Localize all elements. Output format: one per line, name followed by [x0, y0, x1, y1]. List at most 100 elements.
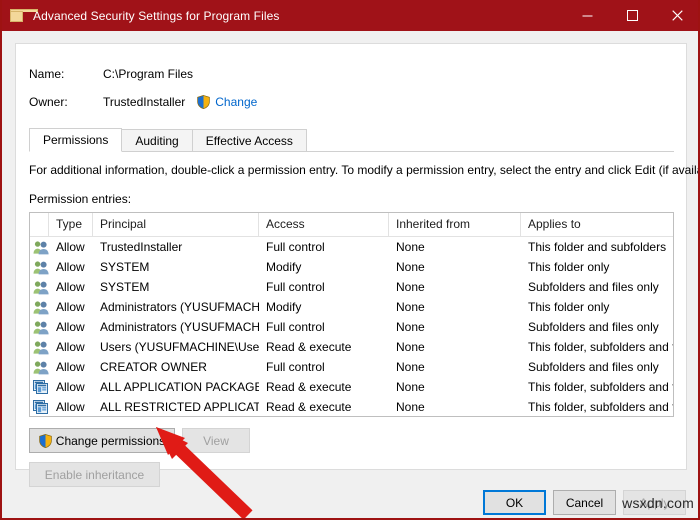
users-group-icon: [30, 360, 49, 375]
cell-applies-to: This folder only: [528, 260, 610, 274]
close-icon[interactable]: [655, 0, 698, 31]
tab-permissions[interactable]: Permissions: [29, 128, 123, 152]
cancel-button[interactable]: Cancel: [553, 490, 616, 515]
enable-inheritance-label: Enable inheritance: [44, 467, 145, 482]
cell-principal: SYSTEM: [100, 280, 150, 294]
cell-inherited-from: None: [396, 400, 425, 414]
app-package-icon: [30, 400, 49, 414]
permission-entries-list[interactable]: Type Principal Access Inherited from App…: [29, 212, 674, 417]
cell-access: Full control: [266, 360, 325, 374]
column-header-principal[interactable]: Principal: [93, 213, 259, 236]
cell-principal: Users (YUSUFMACHINE\Users): [100, 340, 259, 354]
window-controls: [565, 0, 698, 31]
dialog-footer: OK Cancel Apply: [2, 481, 698, 518]
users-group-icon: [30, 240, 49, 255]
cell-inherited-from: None: [396, 380, 425, 394]
cell-inherited-from: None: [396, 240, 425, 254]
users-group-icon: [30, 300, 49, 315]
cell-applies-to: Subfolders and files only: [528, 280, 659, 294]
cell-applies-to: This folder, subfolders and files: [528, 400, 673, 414]
uac-shield-icon: [197, 95, 211, 109]
cell-type: Allow: [56, 360, 85, 374]
view-label: View: [203, 433, 229, 448]
cell-access: Full control: [266, 320, 325, 334]
cell-type: Allow: [56, 280, 85, 294]
cell-type: Allow: [56, 320, 85, 334]
cell-access: Read & execute: [266, 340, 352, 354]
folder-icon: [10, 9, 38, 22]
cell-principal: SYSTEM: [100, 260, 150, 274]
info-text: For additional information, double-click…: [29, 163, 700, 177]
column-header-icon[interactable]: [30, 213, 49, 236]
advanced-security-settings-window: Advanced Security Settings for Program F…: [0, 0, 700, 520]
list-body: Allow TrustedInstaller Full control None Thi…: [30, 237, 673, 416]
permission-entries-label: Permission entries:: [29, 192, 132, 206]
cell-applies-to: Subfolders and files only: [528, 360, 659, 374]
cell-access: Full control: [266, 240, 325, 254]
table-row[interactable]: Allow ALL RESTRICTED APPLICATIO... Read & …: [30, 397, 673, 416]
cell-inherited-from: None: [396, 340, 425, 354]
column-header-inherited-from[interactable]: Inherited from: [389, 213, 521, 236]
change-permissions-button[interactable]: Change permissions: [29, 428, 175, 453]
cell-principal: ALL APPLICATION PACKAGES: [100, 380, 259, 394]
cell-inherited-from: None: [396, 300, 425, 314]
cell-principal: Administrators (YUSUFMACH...: [100, 320, 259, 334]
cell-applies-to: This folder and subfolders: [528, 240, 667, 254]
change-owner-link[interactable]: Change: [215, 95, 257, 109]
table-row[interactable]: Allow TrustedInstaller Full control None Thi…: [30, 237, 673, 257]
cell-type: Allow: [56, 380, 85, 394]
tab-auditing[interactable]: Auditing: [121, 129, 193, 151]
cell-access: Read & execute: [266, 400, 352, 414]
cell-inherited-from: None: [396, 320, 425, 334]
column-header-type[interactable]: Type: [49, 213, 93, 236]
cell-type: Allow: [56, 400, 85, 414]
cell-principal: CREATOR OWNER: [100, 360, 207, 374]
cell-access: Full control: [266, 280, 325, 294]
uac-shield-icon: [39, 433, 52, 448]
window-title: Advanced Security Settings for Program F…: [33, 8, 280, 23]
cell-type: Allow: [56, 300, 85, 314]
table-row[interactable]: Allow SYSTEM Full control None Subfolders an…: [30, 277, 673, 297]
users-group-icon: [30, 280, 49, 295]
table-row[interactable]: Allow ALL APPLICATION PACKAGES Read & exec…: [30, 377, 673, 397]
cell-access: Modify: [266, 260, 302, 274]
owner-label: Owner:: [29, 95, 68, 109]
cell-applies-to: This folder, subfolders and files: [528, 380, 673, 394]
cell-inherited-from: None: [396, 360, 425, 374]
name-label: Name:: [29, 67, 65, 81]
cell-access: Modify: [266, 300, 302, 314]
cell-type: Allow: [56, 340, 85, 354]
maximize-icon[interactable]: [610, 0, 655, 31]
column-header-applies-to[interactable]: Applies to: [521, 213, 673, 236]
users-group-icon: [30, 340, 49, 355]
client-area: Name: C:\Program Files Owner: TrustedIns…: [2, 31, 698, 518]
cell-applies-to: Subfolders and files only: [528, 320, 659, 334]
ok-button[interactable]: OK: [483, 490, 546, 515]
tab-strip: Permissions Auditing Effective Access: [29, 127, 674, 152]
owner-value: TrustedInstaller: [103, 95, 186, 109]
watermark: wsxdn.com: [622, 495, 694, 511]
app-package-icon: [30, 380, 49, 394]
ok-label: OK: [505, 495, 524, 510]
table-row[interactable]: Allow Administrators (YUSUFMACH... Full co…: [30, 317, 673, 337]
view-button[interactable]: View: [182, 428, 250, 453]
cancel-label: Cancel: [565, 495, 604, 510]
tab-effective-access[interactable]: Effective Access: [191, 129, 307, 151]
cell-inherited-from: None: [396, 260, 425, 274]
table-row[interactable]: Allow CREATOR OWNER Full control None Subfol…: [30, 357, 673, 377]
cell-principal: TrustedInstaller: [100, 240, 183, 254]
table-row[interactable]: Allow Administrators (YUSUFMACH... Modify N…: [30, 297, 673, 317]
cell-access: Read & execute: [266, 380, 352, 394]
main-panel: Name: C:\Program Files Owner: TrustedIns…: [15, 43, 700, 487]
column-header-access[interactable]: Access: [259, 213, 389, 236]
table-row[interactable]: Allow Users (YUSUFMACHINE\Users) Read & ex…: [30, 337, 673, 357]
cell-type: Allow: [56, 260, 85, 274]
list-header-row: Type Principal Access Inherited from App…: [30, 213, 673, 237]
title-bar: Advanced Security Settings for Program F…: [2, 0, 698, 31]
table-row[interactable]: Allow SYSTEM Modify None This folder only: [30, 257, 673, 277]
minimize-icon[interactable]: [565, 0, 610, 31]
users-group-icon: [30, 260, 49, 275]
change-permissions-label: Change permissions: [55, 433, 166, 448]
cell-applies-to: This folder, subfolders and files: [528, 340, 673, 354]
cell-inherited-from: None: [396, 280, 425, 294]
